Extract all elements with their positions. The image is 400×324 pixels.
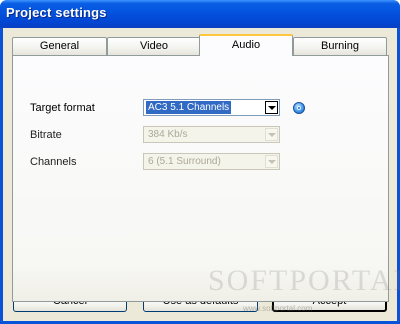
tab-audio[interactable]: Audio [199,34,293,56]
tab-burning[interactable]: Burning [293,37,387,55]
tab-general[interactable]: General [12,37,107,55]
info-circle-icon[interactable] [293,102,305,114]
chevron-down-icon [265,155,278,168]
bitrate-select: 384 Kb/s [143,126,280,143]
channels-value: 6 (5.1 Surround) [148,156,221,167]
channels-select: 6 (5.1 Surround) [143,153,280,170]
target-format-select[interactable]: AC3 5.1 Channels [143,99,280,116]
project-settings-window: Project settings General Video Audio Bur… [0,0,400,324]
target-format-value: AC3 5.1 Channels [146,101,232,114]
title-bar[interactable]: Project settings [0,0,400,28]
channels-label: Channels [30,156,77,168]
dialog-body: General Video Audio Burning Target forma… [3,28,400,321]
chevron-down-icon [265,128,278,141]
bitrate-value: 384 Kb/s [148,129,188,140]
chevron-down-icon[interactable] [265,101,278,114]
tab-video[interactable]: Video [107,37,201,55]
audio-tab-panel: Target format AC3 5.1 Channels Bitrate 3… [12,55,389,302]
target-format-label: Target format [30,102,95,114]
bitrate-label: Bitrate [30,129,62,141]
window-title: Project settings [6,5,107,20]
